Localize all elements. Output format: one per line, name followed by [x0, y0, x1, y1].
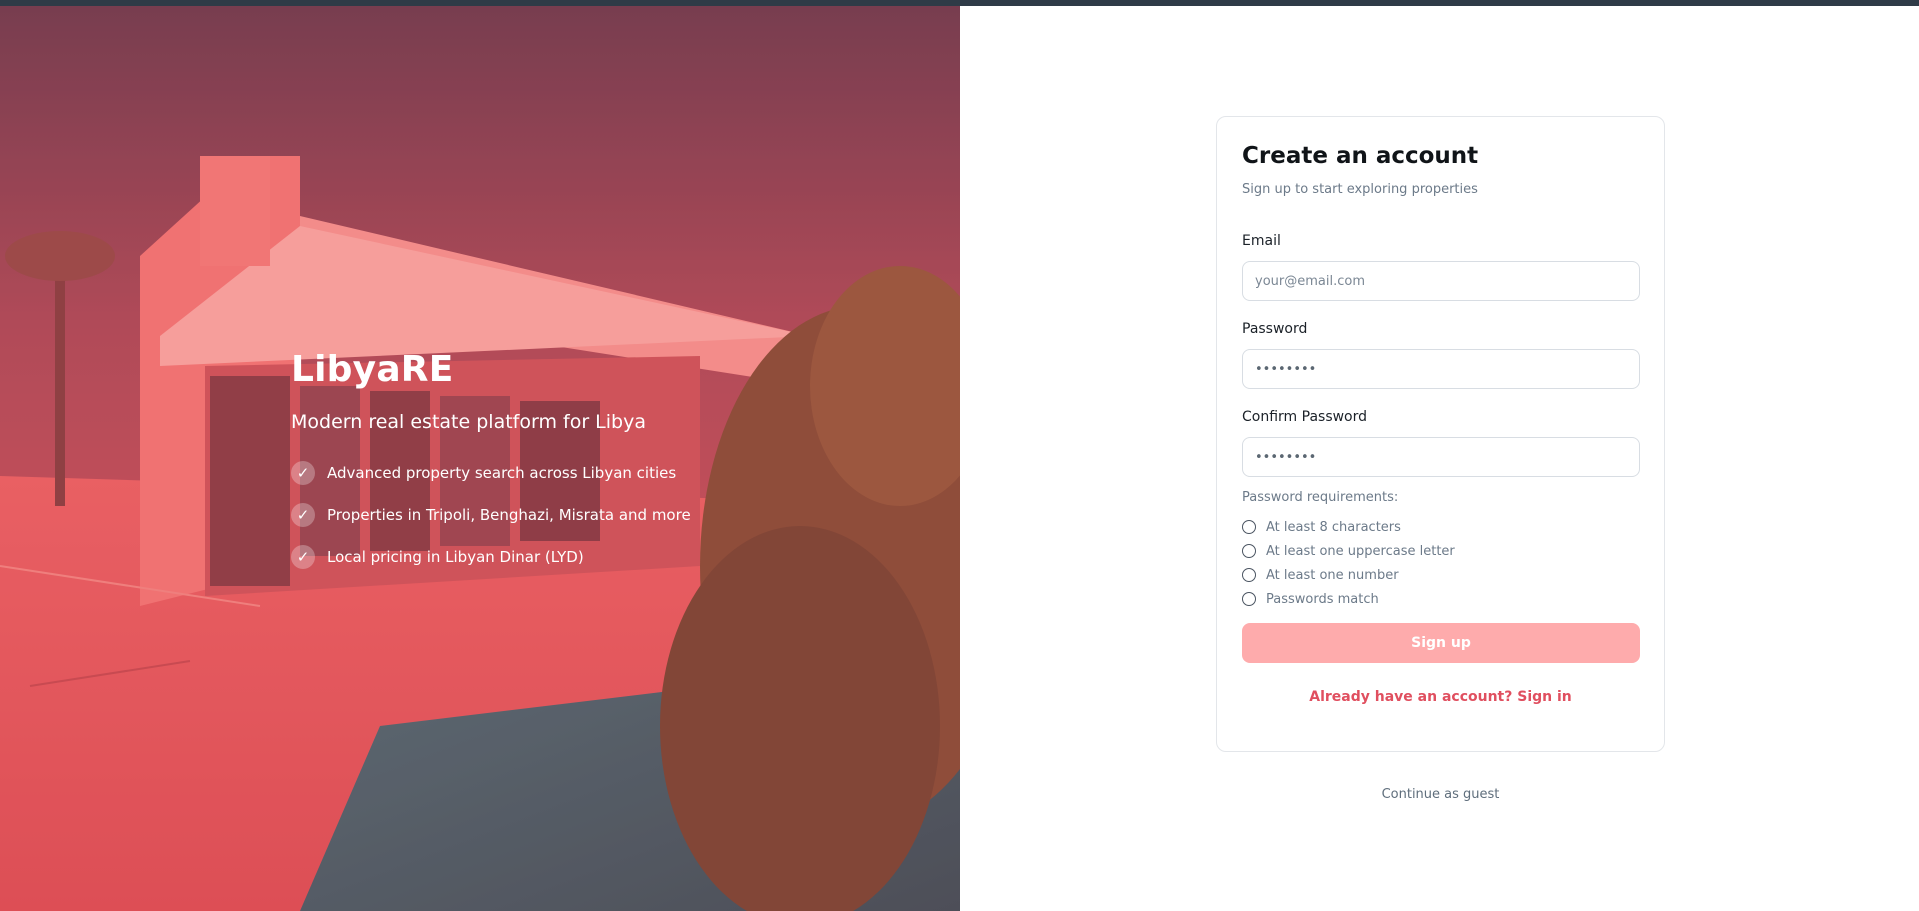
requirement-text: Passwords match	[1266, 591, 1379, 607]
requirement-text: At least one number	[1266, 567, 1399, 583]
feature-text: Advanced property search across Libyan c…	[327, 464, 677, 482]
requirement-text: At least 8 characters	[1266, 519, 1401, 535]
signup-button[interactable]: Sign up	[1242, 623, 1640, 663]
confirm-password-field[interactable]	[1242, 437, 1640, 477]
requirements-title: Password requirements:	[1242, 490, 1399, 505]
feature-list: ✓ Advanced property search across Libyan…	[291, 452, 691, 578]
feature-item: ✓ Local pricing in Libyan Dinar (LYD)	[291, 536, 691, 578]
feature-item: ✓ Properties in Tripoli, Benghazi, Misra…	[291, 494, 691, 536]
requirement-item: At least 8 characters	[1242, 515, 1455, 539]
brand-title: LibyaRE	[291, 349, 454, 390]
email-label: Email	[1242, 233, 1281, 249]
feature-text: Local pricing in Libyan Dinar (LYD)	[327, 548, 584, 566]
signup-panel: Create an account Sign up to start explo…	[960, 6, 1919, 911]
circle-icon	[1242, 520, 1256, 534]
circle-icon	[1242, 592, 1256, 606]
continue-as-guest-link[interactable]: Continue as guest	[1216, 787, 1665, 802]
check-icon: ✓	[291, 503, 315, 527]
password-field[interactable]	[1242, 349, 1640, 389]
form-subtitle: Sign up to start exploring properties	[1242, 182, 1478, 197]
circle-icon	[1242, 544, 1256, 558]
requirement-item: At least one number	[1242, 563, 1455, 587]
requirements-list: At least 8 characters At least one upper…	[1242, 515, 1455, 611]
feature-item: ✓ Advanced property search across Libyan…	[291, 452, 691, 494]
feature-text: Properties in Tripoli, Benghazi, Misrata…	[327, 506, 691, 524]
hero-panel: LibyaRE Modern real estate platform for …	[0, 6, 960, 911]
brand-tagline: Modern real estate platform for Libya	[291, 411, 646, 433]
form-title: Create an account	[1242, 143, 1479, 169]
circle-icon	[1242, 568, 1256, 582]
signin-link[interactable]: Already have an account? Sign in	[1217, 689, 1664, 705]
email-field[interactable]	[1242, 261, 1640, 301]
signup-card: Create an account Sign up to start explo…	[1216, 116, 1665, 752]
hero-content: LibyaRE Modern real estate platform for …	[291, 346, 691, 578]
requirement-text: At least one uppercase letter	[1266, 543, 1455, 559]
check-icon: ✓	[291, 461, 315, 485]
requirement-item: Passwords match	[1242, 587, 1455, 611]
password-label: Password	[1242, 321, 1308, 337]
requirement-item: At least one uppercase letter	[1242, 539, 1455, 563]
check-icon: ✓	[291, 545, 315, 569]
confirm-password-label: Confirm Password	[1242, 409, 1368, 425]
